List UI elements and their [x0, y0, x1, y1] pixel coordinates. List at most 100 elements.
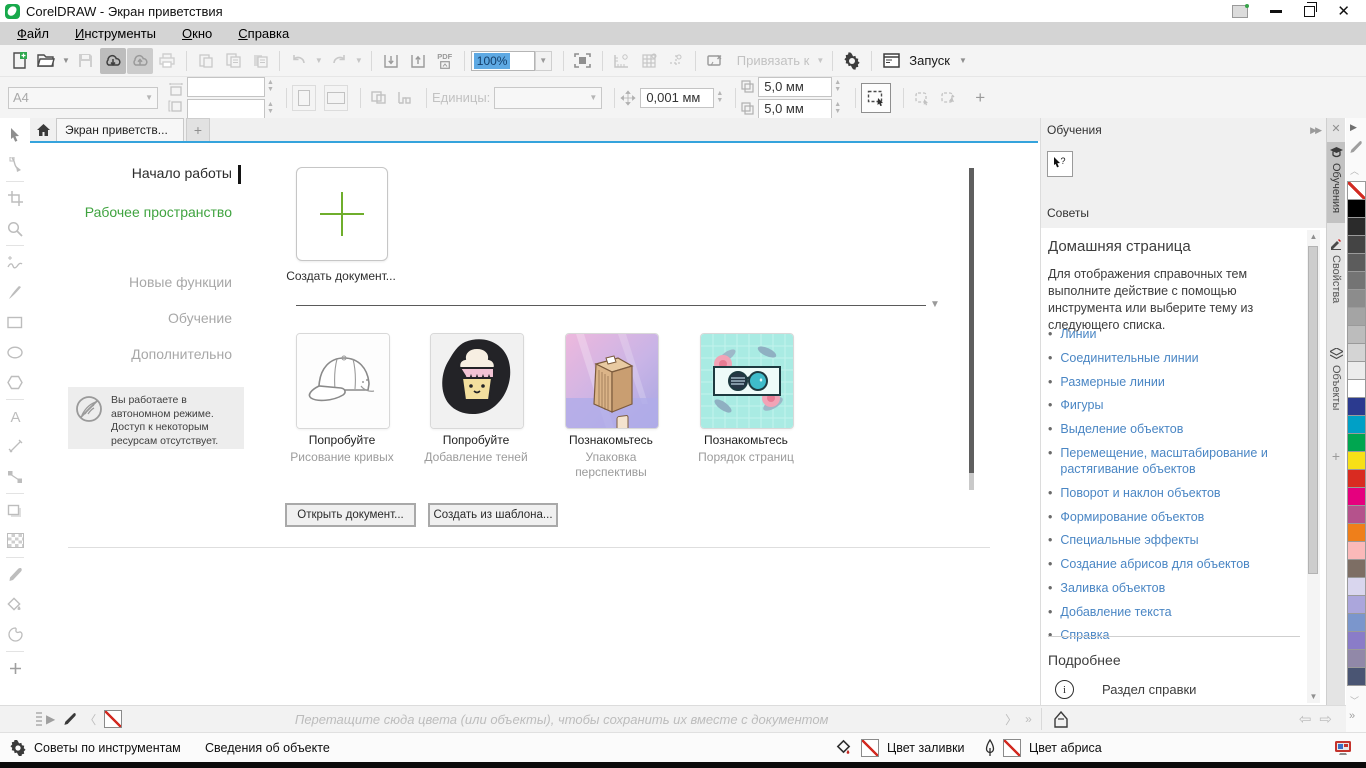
launch-label[interactable]: Запуск	[909, 53, 950, 68]
add-docker-button[interactable]: +	[1327, 448, 1345, 464]
zoom-level-combobox[interactable]: 100%	[471, 51, 535, 71]
promo-card-draw-curves[interactable]	[296, 333, 390, 429]
docker-pin-icon[interactable]: ▶▶	[1310, 125, 1320, 136]
color-swatch[interactable]	[1347, 181, 1366, 200]
new-tab-button[interactable]: +	[186, 118, 210, 141]
nav-get-started[interactable]: Начало работы	[32, 165, 232, 181]
nav-workspace[interactable]: Рабочее пространство	[32, 204, 232, 220]
open-document-button-welcome[interactable]: Открыть документ...	[285, 503, 416, 527]
paint-bucket-icon[interactable]	[1053, 711, 1069, 728]
palette-scroll-down[interactable]: ﹀	[1350, 694, 1359, 707]
nav-whats-new[interactable]: Новые функции	[32, 274, 232, 290]
doc-palette-eyedropper-icon[interactable]	[63, 712, 76, 726]
no-color-swatch[interactable]	[104, 710, 122, 728]
snap-to-dropdown[interactable]: ▼	[814, 56, 826, 65]
welcome-scrollbar[interactable]	[969, 168, 974, 490]
cloud-upload-button[interactable]	[127, 48, 153, 74]
help-link[interactable]: Заливка объектов	[1060, 580, 1165, 596]
cut-button[interactable]	[193, 48, 219, 74]
scroll-up-arrow[interactable]: ▲	[1307, 230, 1320, 243]
polygon-tool-icon[interactable]	[7, 374, 24, 391]
help-link[interactable]: Специальные эффекты	[1060, 532, 1198, 548]
connector-tool-icon[interactable]	[7, 468, 24, 485]
nav-more[interactable]: Дополнительно	[32, 346, 232, 362]
duplicate-y-field[interactable]: 5,0 мм	[758, 99, 832, 119]
color-swatch[interactable]	[1347, 343, 1366, 362]
snap-to-label[interactable]: Привязать к	[737, 53, 810, 68]
color-swatch[interactable]	[1347, 631, 1366, 650]
color-swatch[interactable]	[1347, 451, 1366, 470]
units-combobox[interactable]: ▼	[494, 87, 602, 109]
color-swatch[interactable]	[1347, 217, 1366, 236]
fill-color-status[interactable]: Цвет заливки	[836, 733, 965, 762]
help-link[interactable]: Размерные линии	[1060, 374, 1164, 390]
color-swatch[interactable]	[1347, 595, 1366, 614]
palette-expand-icon[interactable]: »	[1349, 710, 1355, 722]
history-forward-icon[interactable]: ⇨	[1315, 710, 1336, 728]
show-rulers-button[interactable]	[609, 48, 635, 74]
help-link[interactable]: Перемещение, масштабирование и растягива…	[1060, 445, 1300, 478]
color-swatch[interactable]	[1347, 415, 1366, 434]
close-button[interactable]: ✕	[1337, 4, 1350, 19]
treat-as-filled-button[interactable]	[861, 83, 891, 113]
color-swatch[interactable]	[1347, 397, 1366, 416]
help-link[interactable]: Поворот и наклон объектов	[1060, 485, 1220, 501]
page-size-combobox[interactable]: A4▼	[8, 87, 158, 109]
color-swatch[interactable]	[1347, 577, 1366, 596]
dimension-tool-icon[interactable]	[7, 438, 24, 455]
customize-propbar-button[interactable]: +	[975, 88, 985, 108]
help-link[interactable]: Соединительные линии	[1060, 350, 1198, 366]
new-from-template-button[interactable]: Создать из шаблона...	[428, 503, 558, 527]
all-pages-button[interactable]	[366, 85, 392, 111]
doc-palette-expand[interactable]: »	[1021, 712, 1036, 726]
tool-hints-toggle[interactable]: Советы по инструментам	[10, 733, 181, 762]
menu-help[interactable]: Справка	[225, 23, 302, 44]
selection-mode-marquee-button[interactable]	[909, 85, 935, 111]
what-is-this-tool[interactable]: ?	[1047, 151, 1073, 177]
promo-card-add-shadows[interactable]	[430, 333, 524, 429]
color-swatch[interactable]	[1347, 541, 1366, 560]
snap-off-button[interactable]	[702, 48, 728, 74]
export-button[interactable]	[405, 48, 431, 74]
history-back-icon[interactable]: ⇦	[1295, 710, 1316, 728]
ellipse-tool-icon[interactable]	[7, 344, 24, 361]
eyedropper-tool-icon[interactable]	[7, 566, 24, 583]
selection-mode-point-button[interactable]	[935, 85, 961, 111]
zoom-tool-icon[interactable]	[7, 220, 24, 237]
palette-scroll-up[interactable]: ︿	[1350, 164, 1359, 177]
duplicate-x-field[interactable]: 5,0 мм	[758, 77, 832, 97]
undo-dropdown[interactable]: ▼	[313, 56, 325, 65]
open-document-button[interactable]	[33, 48, 59, 74]
doc-palette-scroll-right[interactable]: 〉	[1001, 711, 1021, 728]
interactive-fill-tool-icon[interactable]	[7, 596, 24, 613]
menu-window[interactable]: Окно	[169, 23, 225, 44]
portrait-button[interactable]	[292, 85, 316, 111]
palette-eyedropper-icon[interactable]	[1349, 140, 1362, 154]
color-swatch[interactable]	[1347, 559, 1366, 578]
new-document-button[interactable]	[6, 48, 32, 74]
color-swatch[interactable]	[1347, 325, 1366, 344]
help-link[interactable]: Фигуры	[1060, 397, 1103, 413]
help-link[interactable]: Линии	[1060, 326, 1096, 342]
color-swatch[interactable]	[1347, 307, 1366, 326]
redo-dropdown[interactable]: ▼	[353, 56, 365, 65]
help-link[interactable]: Добавление текста	[1060, 604, 1171, 620]
show-grid-button[interactable]	[636, 48, 662, 74]
minimize-button[interactable]	[1270, 10, 1282, 13]
show-guidelines-button[interactable]	[663, 48, 689, 74]
customize-toolbox-button[interactable]	[7, 660, 24, 677]
fullscreen-button[interactable]	[570, 48, 596, 74]
palette-flyout-icon[interactable]: ▶	[42, 712, 59, 726]
promo-card-page-order[interactable]	[700, 333, 794, 429]
color-swatch[interactable]	[1347, 649, 1366, 668]
transparency-tool-icon[interactable]	[7, 532, 24, 549]
page-height-field[interactable]	[187, 99, 265, 119]
pick-tool-icon[interactable]	[7, 126, 24, 143]
menu-file[interactable]: Файл	[4, 23, 62, 44]
print-button[interactable]	[154, 48, 180, 74]
launch-dropdown[interactable]: ▼	[957, 56, 969, 65]
open-dropdown[interactable]: ▼	[60, 56, 72, 65]
scroll-down-arrow[interactable]: ▼	[1307, 690, 1320, 703]
help-link[interactable]: Формирование объектов	[1060, 509, 1204, 525]
copy-button[interactable]	[220, 48, 246, 74]
